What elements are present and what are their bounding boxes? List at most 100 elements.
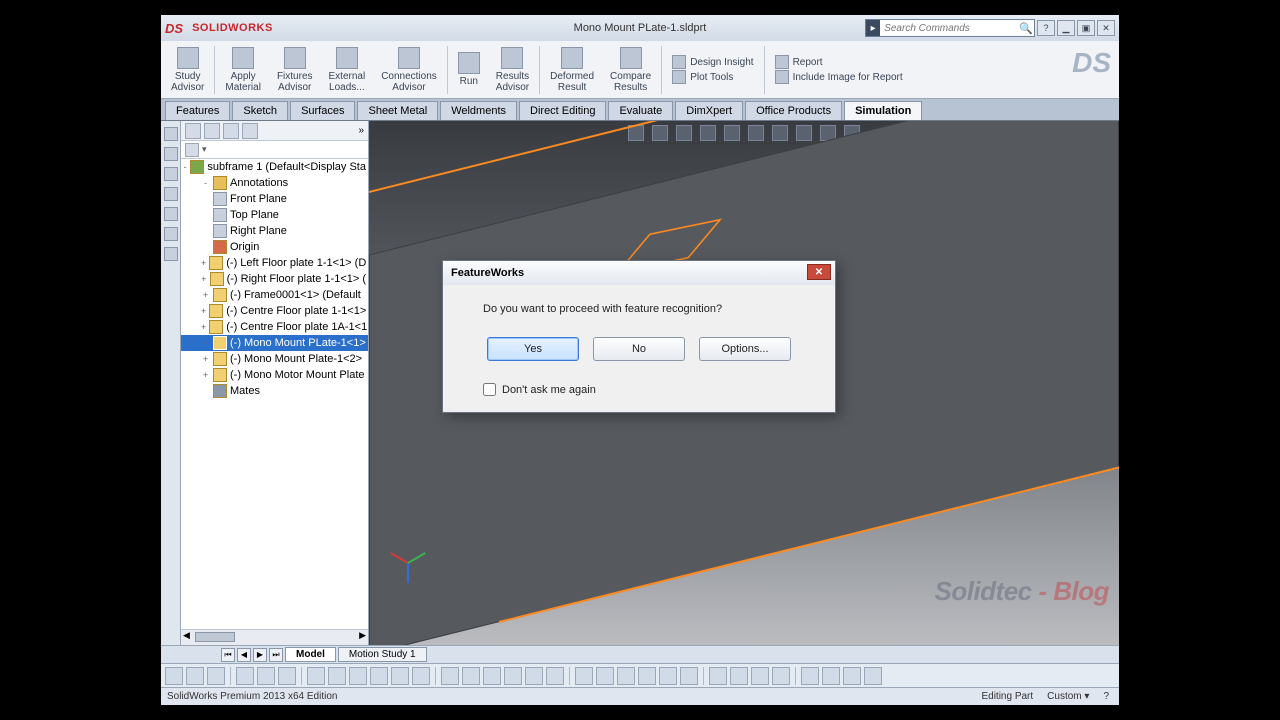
tab-evaluate[interactable]: Evaluate <box>608 101 673 120</box>
cmd-icon[interactable] <box>772 667 790 685</box>
tree-item[interactable]: +(-) Mono Mount PLate-1<1> <box>181 335 368 351</box>
cmd-icon[interactable] <box>349 667 367 685</box>
rail-icon[interactable] <box>164 187 178 201</box>
cmd-icon[interactable] <box>462 667 480 685</box>
tree-root[interactable]: - subframe 1 (Default<Display Sta <box>181 159 368 175</box>
view-tool-icon[interactable] <box>724 125 740 141</box>
rail-icon[interactable] <box>164 127 178 141</box>
cmd-icon[interactable] <box>751 667 769 685</box>
cmd-icon[interactable] <box>709 667 727 685</box>
dialog-close-button[interactable]: ✕ <box>807 264 831 280</box>
cmd-icon[interactable] <box>412 667 430 685</box>
cmd-icon[interactable] <box>370 667 388 685</box>
cmd-icon[interactable] <box>328 667 346 685</box>
cmd-icon[interactable] <box>483 667 501 685</box>
cmd-icon[interactable] <box>822 667 840 685</box>
cmd-icon[interactable] <box>278 667 296 685</box>
results-advisor-button[interactable]: Results Advisor <box>490 45 535 95</box>
rail-icon[interactable] <box>164 167 178 181</box>
connections-advisor-button[interactable]: Connections Advisor <box>375 45 443 95</box>
run-button[interactable]: Run <box>452 50 486 89</box>
cmd-icon[interactable] <box>257 667 275 685</box>
status-custom[interactable]: Custom ▾ <box>1047 691 1089 702</box>
tree-item[interactable]: +(-) Centre Floor plate 1A-1<1 <box>181 319 368 335</box>
tree-item[interactable]: +(-) Mono Mount Plate-1<2> <box>181 351 368 367</box>
tree-filter[interactable]: ▾ <box>181 141 368 159</box>
tab-dimxpert[interactable]: DimXpert <box>675 101 743 120</box>
tab-nav-next[interactable]: ▶ <box>253 648 267 662</box>
tab-model[interactable]: Model <box>285 647 336 662</box>
tree-tool-icon[interactable] <box>223 123 239 139</box>
rail-icon[interactable] <box>164 207 178 221</box>
tab-sketch[interactable]: Sketch <box>232 101 288 120</box>
study-advisor-button[interactable]: Study Advisor <box>165 45 210 95</box>
tab-surfaces[interactable]: Surfaces <box>290 101 355 120</box>
cmd-icon[interactable] <box>546 667 564 685</box>
view-tool-icon[interactable] <box>652 125 668 141</box>
tab-motion-study[interactable]: Motion Study 1 <box>338 647 427 662</box>
plot-tools-button[interactable]: Plot Tools <box>672 70 753 84</box>
cmd-icon[interactable] <box>596 667 614 685</box>
search-commands[interactable]: ▸ 🔍 <box>865 19 1035 37</box>
tab-simulation[interactable]: Simulation <box>844 101 922 120</box>
dialog-titlebar[interactable]: FeatureWorks ✕ <box>443 261 835 285</box>
tree-scrollbar[interactable]: ◀ ▶ <box>181 629 368 645</box>
tree-item[interactable]: +(-) Mono Motor Mount Plate <box>181 367 368 383</box>
cmd-icon[interactable] <box>186 667 204 685</box>
cmd-icon[interactable] <box>391 667 409 685</box>
cmd-icon[interactable] <box>207 667 225 685</box>
view-tool-icon[interactable] <box>796 125 812 141</box>
report-button[interactable]: Report <box>775 55 903 69</box>
tab-sheet-metal[interactable]: Sheet Metal <box>357 101 438 120</box>
tree-item[interactable]: +(-) Left Floor plate 1-1<1> (D <box>181 255 368 271</box>
tree-item[interactable]: +(-) Frame0001<1> (Default <box>181 287 368 303</box>
tab-nav-prev[interactable]: ◀ <box>237 648 251 662</box>
design-insight-button[interactable]: Design Insight <box>672 55 753 69</box>
tree-tool-icon[interactable] <box>242 123 258 139</box>
tree-item[interactable]: Top Plane <box>181 207 368 223</box>
view-tool-icon[interactable] <box>748 125 764 141</box>
search-input[interactable] <box>880 23 1018 34</box>
view-tool-icon[interactable] <box>772 125 788 141</box>
tree-item[interactable]: +(-) Right Floor plate 1-1<1> ( <box>181 271 368 287</box>
cmd-icon[interactable] <box>307 667 325 685</box>
close-button[interactable]: ✕ <box>1097 20 1115 36</box>
rail-icon[interactable] <box>164 227 178 241</box>
tree-item[interactable]: -Annotations <box>181 175 368 191</box>
cmd-icon[interactable] <box>680 667 698 685</box>
cmd-icon[interactable] <box>638 667 656 685</box>
external-loads-button[interactable]: External Loads... <box>323 45 372 95</box>
tree-item[interactable]: Right Plane <box>181 223 368 239</box>
cmd-icon[interactable] <box>525 667 543 685</box>
restore-button[interactable]: ▣ <box>1077 20 1095 36</box>
cmd-icon[interactable] <box>843 667 861 685</box>
cmd-icon[interactable] <box>236 667 254 685</box>
tree-item[interactable]: Mates <box>181 383 368 399</box>
options-button[interactable]: Options... <box>699 337 791 361</box>
cmd-icon[interactable] <box>575 667 593 685</box>
deformed-result-button[interactable]: Deformed Result <box>544 45 600 95</box>
tab-nav-last[interactable]: ⏭ <box>269 648 283 662</box>
tree-item[interactable]: Origin <box>181 239 368 255</box>
tab-features[interactable]: Features <box>165 101 230 120</box>
cmd-icon[interactable] <box>617 667 635 685</box>
tree-item[interactable]: Front Plane <box>181 191 368 207</box>
cmd-icon[interactable] <box>801 667 819 685</box>
dont-ask-input[interactable] <box>483 383 496 396</box>
apply-material-button[interactable]: Apply Material <box>219 45 267 95</box>
cmd-icon[interactable] <box>504 667 522 685</box>
minimize-button[interactable]: ▁ <box>1057 20 1075 36</box>
cmd-icon[interactable] <box>659 667 677 685</box>
tab-direct-editing[interactable]: Direct Editing <box>519 101 606 120</box>
cmd-icon[interactable] <box>730 667 748 685</box>
tree-expand-icon[interactable]: » <box>358 125 364 136</box>
dont-ask-checkbox[interactable]: Don't ask me again <box>483 383 815 396</box>
cmd-icon[interactable] <box>165 667 183 685</box>
tree-tool-icon[interactable] <box>204 123 220 139</box>
search-icon[interactable]: 🔍 <box>1018 22 1034 35</box>
tab-office-products[interactable]: Office Products <box>745 101 842 120</box>
view-tool-icon[interactable] <box>700 125 716 141</box>
yes-button[interactable]: Yes <box>487 337 579 361</box>
help-button[interactable]: ? <box>1037 20 1055 36</box>
tree-item[interactable]: +(-) Centre Floor plate 1-1<1> <box>181 303 368 319</box>
